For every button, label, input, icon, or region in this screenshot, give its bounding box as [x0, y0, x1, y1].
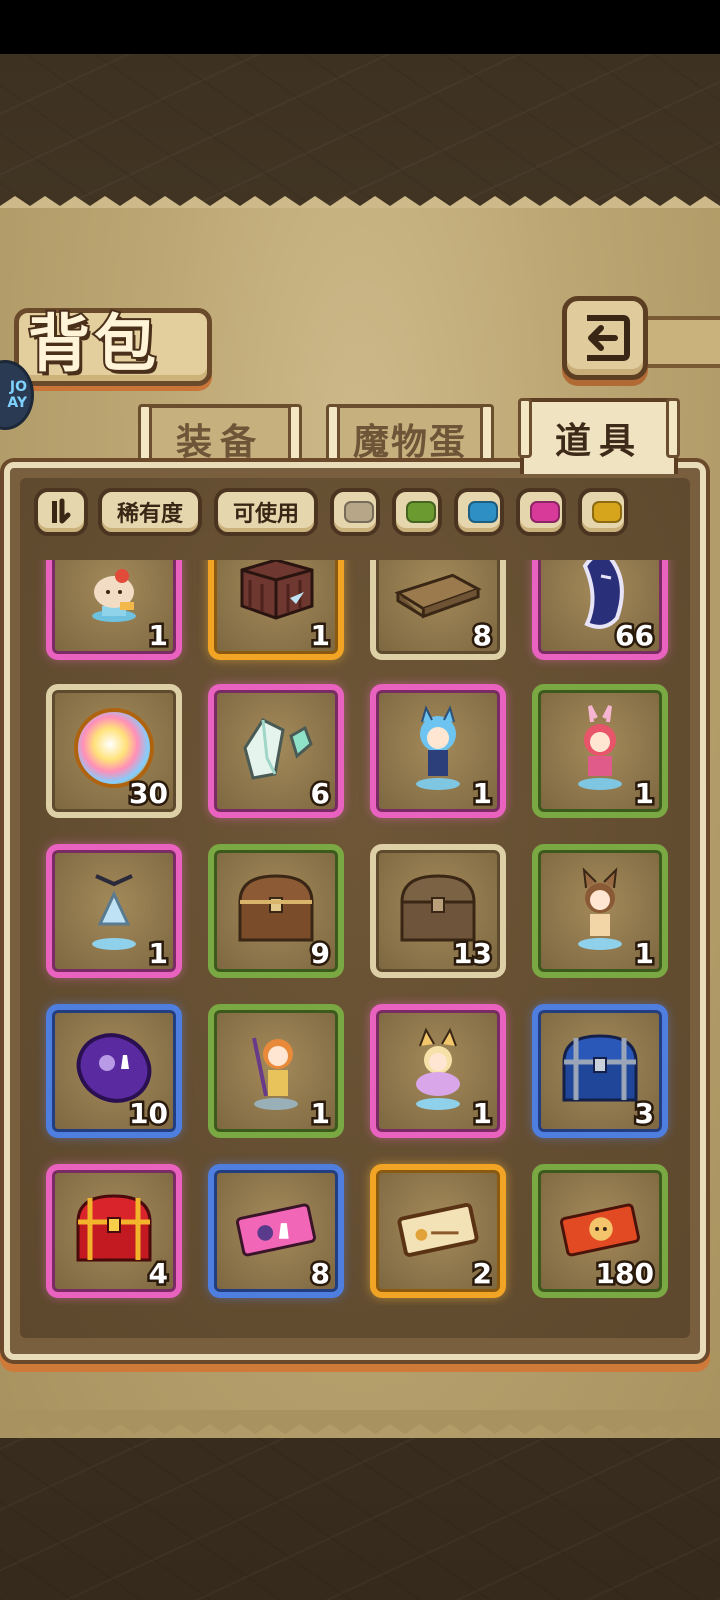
swatch-white: [344, 501, 374, 523]
item-count: 9: [308, 935, 333, 973]
tab-equipment[interactable]: 装备: [138, 404, 302, 470]
item-count: 4: [146, 1255, 171, 1293]
filter-white-button[interactable]: [330, 488, 380, 536]
item-count: 1: [470, 1095, 495, 1133]
item-count: 8: [470, 617, 495, 655]
fairy-figure-icon: [394, 1024, 482, 1112]
sort-toggle-icon: [52, 498, 71, 524]
back-button[interactable]: [562, 296, 648, 380]
mage-girl-figure-icon: [232, 1024, 320, 1112]
item-count: 1: [470, 775, 495, 813]
rarity-filter-button[interactable]: 稀有度: [98, 488, 202, 536]
item-slot[interactable]: 1: [208, 1004, 344, 1138]
back-button-strip: [640, 316, 720, 368]
return-arrow-icon: [587, 315, 630, 361]
item-slot[interactable]: 1: [370, 1004, 506, 1138]
swatch-green: [406, 501, 436, 523]
item-slot[interactable]: 4: [46, 1164, 182, 1298]
item-slot[interactable]: 2: [370, 1164, 506, 1298]
item-count: 6: [308, 775, 333, 813]
page-title: 背包: [26, 305, 161, 382]
parchment-bottom-edge: [0, 1410, 720, 1434]
item-count: 1: [146, 935, 171, 973]
item-grid: 1 1 8 66 30 6 1 1 1 9 13 1 10 1 1 3 4 8 …: [32, 560, 688, 1305]
item-count: 3: [632, 1095, 657, 1133]
item-slot[interactable]: 180: [532, 1164, 668, 1298]
maid-figure-icon: [70, 864, 158, 952]
item-count: 13: [451, 935, 495, 973]
item-slot[interactable]: 30: [46, 684, 182, 818]
item-slot[interactable]: 1: [532, 844, 668, 978]
item-slot[interactable]: 3: [532, 1004, 668, 1138]
status-bar: [0, 0, 720, 54]
filter-green-button[interactable]: [392, 488, 442, 536]
bunny-girl-figure-icon: [556, 704, 644, 792]
item-count: 180: [593, 1255, 656, 1293]
brown-treasure-chest-icon: [232, 864, 320, 952]
filter-pink-button[interactable]: [516, 488, 566, 536]
item-count: 1: [308, 1095, 333, 1133]
item-slot[interactable]: 1: [208, 560, 344, 660]
item-slot[interactable]: 6: [208, 684, 344, 818]
sort-order-button[interactable]: [34, 488, 88, 536]
item-slot[interactable]: 13: [370, 844, 506, 978]
red-chest-icon: [70, 1184, 158, 1272]
item-slot[interactable]: 1: [46, 844, 182, 978]
filter-bar: 稀有度 可使用: [34, 488, 694, 538]
item-slot[interactable]: 1: [46, 560, 182, 660]
item-slot[interactable]: 66: [532, 560, 668, 660]
crystal-shards-icon: [232, 704, 320, 792]
filter-yellow-button[interactable]: [578, 488, 628, 536]
tab-monster-eggs-label: 魔物蛋: [352, 422, 467, 463]
blue-chest-icon: [556, 1024, 644, 1112]
swatch-blue: [468, 501, 498, 523]
wooden-plank-icon: [394, 560, 482, 634]
item-count: 10: [127, 1095, 171, 1133]
item-count: 66: [613, 617, 657, 655]
item-slot[interactable]: 1: [370, 684, 506, 818]
pink-ticket-icon: [232, 1184, 320, 1272]
item-count: 1: [632, 775, 657, 813]
item-count: 8: [308, 1255, 333, 1293]
tab-equipment-label: 装备: [175, 422, 264, 463]
item-slot[interactable]: 1: [532, 684, 668, 818]
item-count: 1: [632, 935, 657, 973]
swatch-pink: [530, 501, 560, 523]
item-count: 1: [146, 617, 171, 655]
item-count: 1: [308, 617, 333, 655]
item-count: 2: [470, 1255, 495, 1293]
item-slot[interactable]: 9: [208, 844, 344, 978]
item-slot[interactable]: 10: [46, 1004, 182, 1138]
fox-girl-figure-icon: [556, 864, 644, 952]
swatch-yellow: [592, 501, 622, 523]
filter-blue-button[interactable]: [454, 488, 504, 536]
tab-items-label: 道具: [554, 421, 643, 462]
gold-ticket-icon: [394, 1184, 482, 1272]
tab-monster-eggs[interactable]: 魔物蛋: [326, 404, 494, 470]
item-slot[interactable]: 8: [208, 1164, 344, 1298]
item-count: 30: [127, 775, 171, 813]
tab-items[interactable]: 道具: [518, 398, 680, 474]
apple-creature-figure-icon: [70, 560, 158, 634]
blue-catgirl-figure-icon: [394, 704, 482, 792]
usable-filter-button[interactable]: 可使用: [214, 488, 318, 536]
item-slot[interactable]: 8: [370, 560, 506, 660]
wooden-crate-icon: [232, 560, 320, 634]
